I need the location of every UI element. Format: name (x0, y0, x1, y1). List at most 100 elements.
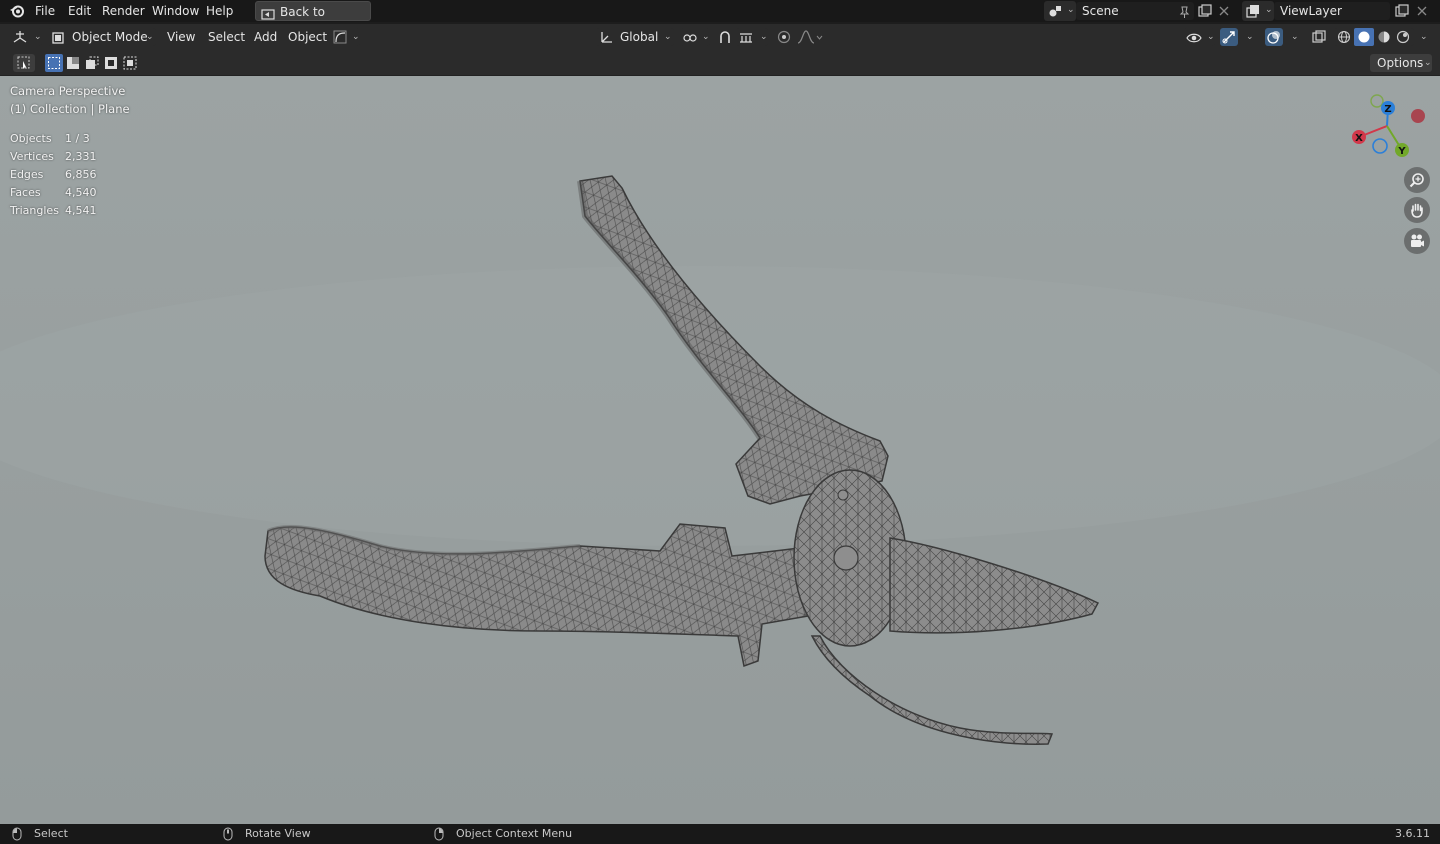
stat-faces-label: Faces (10, 186, 41, 199)
status-rotate-hint: Rotate View (245, 827, 311, 840)
status-bar: Select Rotate View Object Context Menu 3… (0, 824, 1440, 844)
top-bar: File Edit Render Window Help Back to Pre… (0, 0, 1440, 39)
wireframe-shading-icon[interactable] (1337, 30, 1351, 44)
proportional-editing-icon[interactable] (777, 30, 791, 44)
editor-type-button[interactable]: ⌄ (8, 28, 42, 46)
camera-view-button[interactable] (1404, 228, 1430, 254)
rendered-shading-icon[interactable] (1396, 30, 1410, 44)
solid-shading-button[interactable] (1354, 28, 1374, 46)
scene-selector-button[interactable]: ⌄ (1044, 1, 1076, 21)
stat-vertices-label: Vertices (10, 150, 54, 163)
transform-orientation-dropdown[interactable]: Global ⌄ (596, 28, 674, 46)
gizmo-dropdown-chevron[interactable]: ⌄ (1246, 32, 1254, 42)
new-view-layer-icon[interactable] (1395, 4, 1409, 18)
material-shading-icon[interactable] (1377, 30, 1391, 44)
back-screen-icon (261, 6, 275, 20)
scene-name-field[interactable]: Scene (1076, 2, 1194, 20)
falloff-icon[interactable] (797, 30, 823, 44)
transform-orientation-label: Global (620, 30, 659, 44)
menu-help[interactable]: Help (203, 3, 236, 19)
mouse-middle-icon (223, 827, 233, 841)
snap-target-dropdown[interactable]: ⌄ (736, 28, 768, 46)
mouse-right-icon (434, 827, 444, 841)
stat-triangles-label: Triangles (10, 204, 59, 217)
shading-mode-group (1334, 28, 1414, 46)
view-layer-selector-button[interactable]: ⌄ (1242, 1, 1274, 21)
view-layer-name-field[interactable]: ViewLayer (1274, 2, 1390, 20)
stat-objects-label: Objects (10, 132, 52, 145)
status-context-menu-hint: Object Context Menu (456, 827, 573, 840)
mode-dropdown[interactable]: Object Mode ⌄ (48, 28, 156, 46)
overlays-dropdown-chevron[interactable]: ⌄ (1291, 32, 1299, 42)
stat-edges-value: 6,856 (65, 168, 97, 181)
gizmo-y-label: Y (1397, 146, 1406, 157)
gizmo-toggle-button[interactable] (1220, 28, 1238, 46)
viewport-header: ⌄ Object Mode ⌄ View Select Add Object ⌄… (0, 24, 1440, 50)
select-new-icon (47, 56, 61, 70)
options-label: Options (1377, 56, 1424, 70)
view-layer-icon (1246, 4, 1260, 18)
menu-edit[interactable]: Edit (65, 3, 94, 19)
back-to-previous-button[interactable]: Back to Previous (255, 1, 371, 39)
pan-view-button[interactable] (1404, 197, 1430, 223)
pruner-mesh[interactable] (0, 76, 1440, 824)
pivot-icon (683, 31, 697, 43)
camera-icon (1409, 233, 1425, 249)
curve-icon (333, 30, 347, 44)
stat-objects-value: 1 / 3 (65, 132, 90, 145)
mouse-left-icon (12, 827, 22, 841)
xray-toggle-icon[interactable] (1312, 30, 1326, 44)
snap-toggle-icon[interactable] (718, 30, 732, 44)
stat-vertices-value: 2,331 (65, 150, 97, 163)
object-mode-icon (52, 31, 64, 44)
eye-icon (1186, 31, 1202, 43)
scene-name-text: Scene (1082, 4, 1119, 18)
tool-settings-bar: Options ⌄ (0, 50, 1440, 76)
stat-edges-label: Edges (10, 168, 44, 181)
version-label: 3.6.11 (1395, 827, 1430, 840)
menu-add[interactable]: Add (251, 29, 280, 45)
3d-viewport-icon (12, 30, 28, 44)
blender-logo-icon[interactable] (9, 4, 25, 18)
menu-render[interactable]: Render (99, 3, 148, 19)
menu-file[interactable]: File (32, 3, 58, 19)
solid-shading-icon (1357, 30, 1371, 44)
gizmo-z-label: Z (1384, 104, 1391, 115)
shading-tool-dropdown[interactable]: ⌄ (330, 28, 360, 46)
mode-label: Object Mode (72, 30, 148, 44)
pivot-point-dropdown[interactable]: ⌄ (680, 28, 710, 46)
select-new-button[interactable] (45, 54, 63, 72)
collection-info-label: (1) Collection | Plane (10, 102, 130, 116)
menu-view[interactable]: View (164, 29, 198, 45)
zoom-icon (1409, 172, 1425, 188)
scene-icon (1048, 4, 1062, 18)
select-invert-icon[interactable] (104, 56, 118, 70)
select-subtract-icon[interactable] (85, 56, 99, 70)
active-tool-button[interactable] (13, 54, 35, 72)
options-dropdown[interactable]: Options ⌄ (1370, 54, 1432, 72)
visibility-dropdown[interactable]: ⌄ (1183, 28, 1215, 46)
select-extend-icon[interactable] (66, 56, 80, 70)
hand-icon (1409, 202, 1425, 218)
menu-object[interactable]: Object (285, 29, 330, 45)
view-name-label: Camera Perspective (10, 84, 126, 98)
overlays-toggle-button[interactable] (1265, 28, 1283, 46)
overlays-icon (1267, 30, 1281, 44)
shading-options-chevron[interactable]: ⌄ (1420, 32, 1428, 42)
new-scene-icon[interactable] (1198, 4, 1212, 18)
select-intersect-icon[interactable] (123, 56, 137, 70)
menu-window[interactable]: Window (149, 3, 202, 19)
3d-viewport[interactable]: Camera Perspective (1) Collection | Plan… (0, 76, 1440, 824)
global-orientation-icon (599, 30, 613, 44)
status-select-hint: Select (34, 827, 68, 840)
view-layer-name-text: ViewLayer (1280, 4, 1342, 18)
zoom-view-button[interactable] (1404, 167, 1430, 193)
stat-faces-value: 4,540 (65, 186, 97, 199)
select-box-tool-icon (17, 56, 31, 70)
pin-icon[interactable] (1179, 5, 1190, 18)
menu-select[interactable]: Select (205, 29, 248, 45)
stat-triangles-value: 4,541 (65, 204, 97, 217)
delete-scene-icon[interactable] (1219, 5, 1229, 16)
delete-view-layer-icon[interactable] (1417, 5, 1427, 16)
selection-mode-group (44, 54, 140, 72)
